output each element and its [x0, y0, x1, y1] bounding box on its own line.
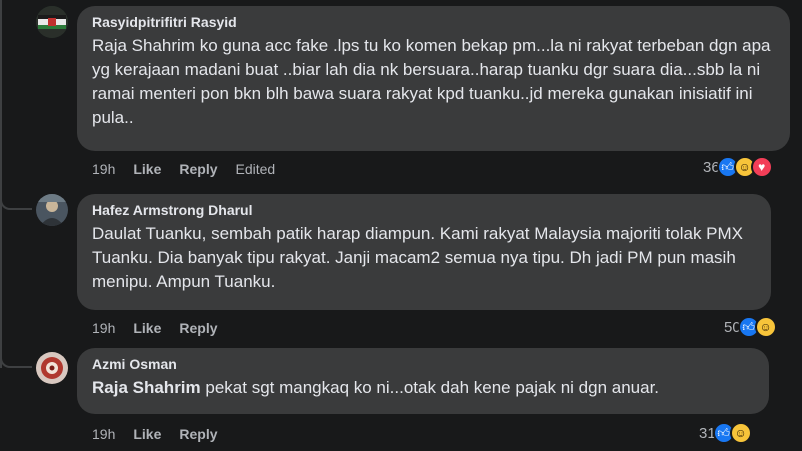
comment-author[interactable]: Rasyidpitrifitri Rasyid	[92, 13, 778, 31]
comment-actions: 19h Like Reply	[92, 426, 218, 442]
comment-author[interactable]: Azmi Osman	[92, 355, 757, 373]
like-button[interactable]: Like	[133, 320, 161, 336]
thread-branch	[0, 184, 32, 210]
haha-icon: ☺	[729, 422, 752, 444]
avatar-image	[36, 6, 68, 38]
mention-link[interactable]: Raja Shahrim	[92, 378, 201, 397]
comment-time[interactable]: 19h	[92, 161, 115, 177]
comment-time[interactable]: 19h	[92, 320, 115, 336]
comment-bubble: Rasyidpitrifitri Rasyid Raja Shahrim ko …	[77, 6, 790, 151]
avatar[interactable]	[36, 194, 68, 226]
like-button[interactable]: Like	[133, 161, 161, 177]
reply-button[interactable]: Reply	[179, 320, 217, 336]
comment-bubble: Azmi Osman Raja Shahrim pekat sgt mangka…	[77, 348, 769, 414]
haha-icon: ☺	[754, 316, 777, 338]
avatar-image	[36, 352, 68, 384]
like-button[interactable]: Like	[133, 426, 161, 442]
comment-time[interactable]: 19h	[92, 426, 115, 442]
comment-bubble: Hafez Armstrong Dharul Daulat Tuanku, se…	[77, 194, 771, 310]
comment-actions: 19h Like Reply	[92, 320, 218, 336]
comment-text: Daulat Tuanku, sembah patik harap diampu…	[92, 224, 744, 291]
reaction-summary[interactable]: 50 👍︎ ☺	[724, 316, 777, 338]
comment-author[interactable]: Hafez Armstrong Dharul	[92, 201, 759, 219]
reply-button[interactable]: Reply	[179, 161, 217, 177]
comment-text: Raja Shahrim pekat sgt mangkaq ko ni...o…	[92, 376, 757, 400]
reaction-summary[interactable]: 36 👍︎ ☺ ♥	[703, 156, 773, 178]
avatar[interactable]	[36, 352, 68, 384]
edited-label: Edited	[235, 161, 276, 177]
avatar-image	[36, 194, 68, 226]
reaction-summary[interactable]: 31 👍︎ ☺	[699, 422, 752, 444]
comment-text-body: pekat sgt mangkaq ko ni...otak dah kene …	[200, 378, 660, 397]
comment-actions: 19h Like Reply Edited	[92, 161, 275, 177]
reply-button[interactable]: Reply	[179, 426, 217, 442]
thread-branch	[0, 340, 32, 368]
avatar[interactable]	[36, 6, 68, 38]
comment-text: Raja Shahrim ko guna acc fake .lps tu ko…	[92, 36, 771, 127]
love-icon: ♥	[750, 156, 773, 178]
